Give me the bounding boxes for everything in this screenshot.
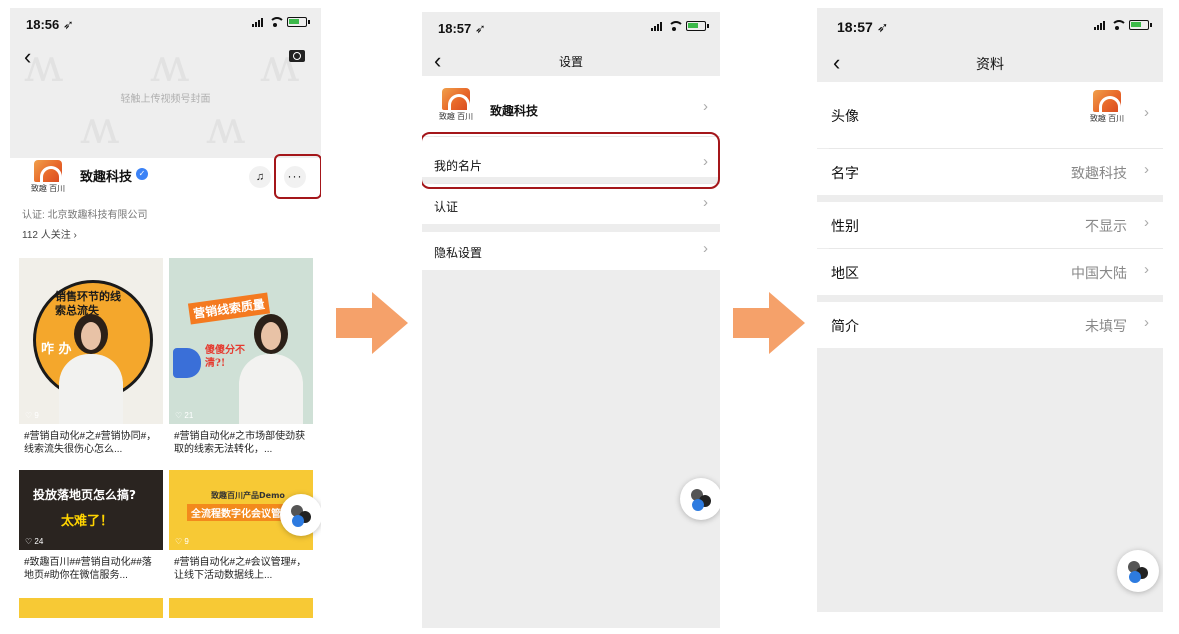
status-bar: 18:56 ➶ <box>10 8 321 40</box>
settings-screen: 18:57 ➶ ‹ 设置 致趣 百川 致趣科技 › 我的名片 › 认证 › 隐私… <box>422 12 720 628</box>
camera-icon[interactable] <box>289 50 305 62</box>
page-title: 设置 <box>558 55 583 69</box>
sticker-side: 全流程数字化会议管理 <box>187 504 295 521</box>
page-title: 资料 <box>976 56 1004 72</box>
video-caption: #致趣百川##营销自动化##落地页#助你在微信服务... <box>24 557 152 581</box>
privacy-row[interactable]: 隐私设置 › <box>422 232 720 270</box>
profile-screen: ʍ ʍ ʍ ʍ ʍ 轻触上传视频号封面 18:56 ➶ ‹ 致趣 百川 致趣科技… <box>10 8 321 618</box>
floating-assistant-button[interactable] <box>680 478 720 520</box>
row-label: 地区 <box>831 265 859 281</box>
row-value: 未填写 <box>1085 318 1127 334</box>
presenter <box>59 314 123 424</box>
signal-icon <box>252 17 263 27</box>
battery-icon <box>686 21 709 31</box>
chevron-right-icon: › <box>1144 261 1149 278</box>
video-thumbnail: 销售环节的线索总流失 咋 办 ♡ 9 <box>19 258 163 424</box>
back-icon[interactable]: ‹ <box>24 46 31 68</box>
video-card[interactable] <box>169 598 313 618</box>
signal-icon <box>651 21 662 31</box>
status-bar: 18:57 ➶ <box>422 12 720 44</box>
video-caption: #营销自动化#之#营销协同#，线索流失很伤心怎么... <box>24 431 157 455</box>
chevron-right-icon: › <box>1144 214 1149 231</box>
avatar-row[interactable]: 头像 致趣 百川 › <box>817 82 1163 148</box>
row-value: 中国大陆 <box>1071 265 1127 281</box>
like-count: ♡ 9 <box>175 537 189 546</box>
cover-pattern: ʍ <box>206 100 246 154</box>
row-label: 性别 <box>831 218 859 234</box>
avatar[interactable]: 致趣 百川 <box>24 158 74 202</box>
account-row[interactable]: 致趣 百川 致趣科技 › <box>422 76 720 136</box>
floating-assistant-button[interactable] <box>280 494 321 536</box>
video-card[interactable]: 销售环节的线索总流失 咋 办 ♡ 9 #营销自动化#之#营销协同#，线索流失很伤… <box>19 258 163 462</box>
wifi-icon <box>269 17 285 27</box>
chevron-right-icon: › <box>703 194 708 211</box>
video-card[interactable] <box>19 598 163 618</box>
chevron-right-icon: › <box>703 240 708 257</box>
region-row[interactable]: 地区 中国大陆 › <box>817 249 1163 295</box>
chevron-right-icon: › <box>1144 161 1149 178</box>
highlight-box <box>274 154 321 199</box>
video-thumbnail: 投放落地页怎么搞? 太难了！ ♡ 24 <box>19 470 163 550</box>
row-label: 隐私设置 <box>434 246 483 260</box>
name-row[interactable]: 名字 致趣科技 › <box>817 149 1163 195</box>
account-name: 致趣科技 <box>490 104 539 118</box>
brand-logo: 致趣 百川 <box>438 88 474 126</box>
row-label: 认证 <box>434 200 459 214</box>
video-thumbnail: 营销线索质量 傻傻分不清?! ♡ 21 <box>169 258 313 424</box>
chevron-right-icon: › <box>1144 104 1149 121</box>
chevron-right-icon: › <box>1144 314 1149 331</box>
bell-icon[interactable]: ♫ <box>249 166 271 188</box>
wifi-icon <box>668 21 684 31</box>
row-value: 不显示 <box>1085 218 1127 234</box>
status-time: 18:57 ➶ <box>837 19 889 35</box>
brand-logo: 致趣 百川 <box>30 160 66 198</box>
like-count: ♡ 24 <box>25 537 44 546</box>
video-caption: #营销自动化#之#会议管理#，让线下活动数据线上... <box>174 557 307 581</box>
flow-arrow <box>733 292 805 354</box>
status-bar: 18:57 ➶ <box>817 8 1163 40</box>
battery-icon <box>287 17 310 27</box>
account-name: 致趣科技 <box>80 169 133 184</box>
video-card[interactable]: 营销线索质量 傻傻分不清?! ♡ 21 #营销自动化#之市场部使劲获取的线索无法… <box>169 258 313 462</box>
cover-pattern: ʍ <box>150 38 190 92</box>
floating-assistant-button[interactable] <box>1117 550 1159 592</box>
followers-count[interactable]: 112 人关注 › <box>22 226 77 241</box>
sticker-title: 致趣百川产品Demo <box>211 491 285 500</box>
video-card[interactable]: 投放落地页怎么搞? 太难了！ ♡ 24 #致趣百川##营销自动化##落地页#助你… <box>19 470 163 588</box>
bio-row[interactable]: 简介 未填写 › <box>817 302 1163 348</box>
gender-row[interactable]: 性别 不显示 › <box>817 202 1163 248</box>
like-count: ♡ 21 <box>175 411 194 420</box>
signal-icon <box>1094 20 1105 30</box>
status-time: 18:56 ➶ <box>26 17 74 32</box>
row-label: 头像 <box>831 108 859 124</box>
cover-pattern: ʍ <box>80 100 120 154</box>
like-count: ♡ 9 <box>25 411 39 420</box>
presenter <box>239 314 303 424</box>
battery-icon <box>1129 20 1152 30</box>
sticker-side: 太难了！ <box>61 514 114 529</box>
sticker-title: 投放落地页怎么搞? <box>33 488 136 502</box>
status-time: 18:57 ➶ <box>438 21 486 36</box>
verified-icon: ✓ <box>136 168 148 180</box>
row-value: 致趣科技 <box>1071 165 1127 181</box>
row-label: 名字 <box>831 165 859 181</box>
profile-info-screen: 18:57 ➶ ‹ 资料 头像 致趣 百川 › 名字 致趣科技 › 性别 不显示… <box>817 8 1163 612</box>
flow-arrow <box>336 292 408 354</box>
row-label: 简介 <box>831 318 859 334</box>
certification-text: 认证: 北京致趣科技有限公司 <box>22 210 148 221</box>
cover-pattern: ʍ <box>260 38 300 92</box>
avatar: 致趣 百川 <box>1089 90 1125 128</box>
megaphone-icon <box>173 348 201 378</box>
wifi-icon <box>1111 20 1127 30</box>
highlight-box <box>422 132 720 189</box>
chevron-right-icon: › <box>703 98 708 115</box>
certification-row[interactable]: 认证 › <box>422 184 720 224</box>
video-caption: #营销自动化#之市场部使劲获取的线索无法转化，... <box>174 431 306 455</box>
cover-upload-hint[interactable]: 轻触上传视频号封面 <box>10 90 321 105</box>
